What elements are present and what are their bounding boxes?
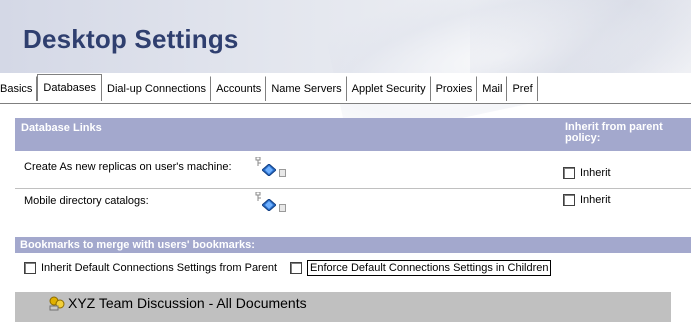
database-link-row: Create As new replicas on user's machine… [15,151,691,188]
tab-preferences[interactable]: Pref [507,76,538,101]
enforce-default-connections-option: Enforce Default Connections Settings in … [290,260,552,276]
list-item-label: XYZ Team Discussion - All Documents [68,295,307,311]
inherit-default-connections-label: Inherit Default Connections Settings fro… [41,262,278,274]
inherit-label: Inherit [580,194,611,206]
list-item[interactable]: XYZ Team Discussion - All Documents [48,295,307,311]
enforce-default-connections-label: Enforce Default Connections Settings in … [307,260,552,276]
header-banner: Desktop Settings [0,0,691,143]
inherit-checkbox[interactable] [563,194,575,206]
create-replicas-label: Create As new replicas on user's machine… [24,161,232,173]
tab-bar: Basics Databases Dial-up Connections Acc… [0,73,691,104]
enforce-default-connections-checkbox[interactable] [290,262,303,274]
desktop-settings-window: Desktop Settings Basics Databases Dial-u… [0,0,691,322]
diamond-icon[interactable] [262,199,276,211]
tab-mail[interactable]: Mail [477,76,508,101]
tab-name-servers[interactable]: Name Servers [266,76,347,101]
bookmark-options: Inherit Default Connections Settings fro… [24,260,552,276]
bookmarks-title: Bookmarks to merge with users' bookmarks… [20,239,255,251]
mobile-directory-catalogs-label: Mobile directory catalogs: [24,195,149,207]
inherit-option: Inherit [563,194,611,206]
tab-basics[interactable]: Basics [0,76,38,101]
inherit-option: Inherit [563,167,611,179]
tab-databases[interactable]: Databases [37,74,102,101]
inherit-default-connections-option: Inherit Default Connections Settings fro… [24,262,277,274]
database-links-title: Database Links [21,122,102,134]
tab-dialup-connections[interactable]: Dial-up Connections [102,76,212,101]
bookmark-list: XYZ Team Discussion - All Documents [15,292,671,322]
cursor-icon [279,204,286,212]
page-title: Desktop Settings [23,24,239,54]
inherit-from-parent-title: Inherit from parent policy: [565,121,663,144]
diamond-icon[interactable] [262,164,276,176]
tab-proxies[interactable]: Proxies [430,76,478,101]
bookmarks-header: Bookmarks to merge with users' bookmarks… [15,237,691,253]
tab-applet-security[interactable]: Applet Security [346,76,431,101]
database-link-row: Mobile directory catalogs: Inherit [15,189,691,217]
cursor-icon [279,169,286,177]
database-links-header: Database Links Inherit from parent polic… [15,118,691,151]
inherit-default-connections-checkbox[interactable] [24,262,36,274]
discussion-db-icon [49,296,65,311]
tab-accounts[interactable]: Accounts [211,76,267,101]
inherit-checkbox[interactable] [563,167,575,179]
inherit-label: Inherit [580,167,611,179]
header-decoration-right [470,0,691,73]
